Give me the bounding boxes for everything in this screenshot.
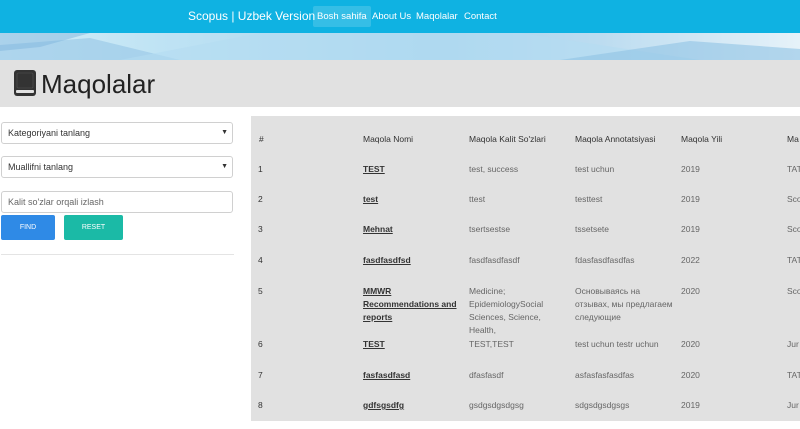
article-year: 2020 — [681, 370, 700, 380]
article-extra: TAT — [787, 164, 800, 174]
nav-item-maqolalar[interactable]: Maqolalar — [412, 6, 462, 27]
nav-item-contact[interactable]: Contact — [460, 6, 501, 27]
header-banner — [0, 33, 800, 60]
row-number: 1 — [258, 164, 263, 174]
article-annotation: fdasfasdfasdfas — [575, 255, 635, 265]
article-title-link[interactable]: MMWR Recommendations and reports — [363, 285, 458, 324]
article-annotation: asfasfasfasdfas — [575, 370, 635, 380]
article-annotation: Основываясь на отзывах, мы предлагаем сл… — [575, 286, 673, 322]
category-select[interactable]: Kategoriyani tanlang ▼ — [1, 122, 233, 144]
header-number: # — [259, 134, 264, 144]
header-title: Maqola Nomi — [363, 134, 414, 144]
article-keywords: ttest — [469, 194, 486, 204]
article-extra: TAT — [787, 370, 800, 380]
article-keywords: dfasfasdf — [469, 370, 504, 380]
row-number: 4 — [258, 255, 263, 265]
article-title-link[interactable]: TEST — [363, 163, 458, 176]
article-extra: Sco — [787, 224, 800, 234]
row-number: 8 — [258, 400, 263, 410]
article-keywords: Medicine; EpidemiologySocial Sciences, S… — [469, 286, 544, 335]
article-title-link[interactable]: fasfasdfasd — [363, 369, 458, 382]
header-keywords: Maqola Kalit So'zlari — [469, 134, 546, 144]
article-keywords: TEST,TEST — [469, 339, 514, 349]
article-keywords: fasdfasdfasdf — [469, 255, 520, 265]
article-title-link[interactable]: TEST — [363, 338, 458, 351]
chevron-down-icon: ▼ — [221, 129, 228, 136]
reset-button[interactable]: RESET — [64, 215, 123, 240]
nav-item-bosh-sahifa[interactable]: Bosh sahifa — [313, 6, 371, 27]
article-year: 2019 — [681, 224, 700, 234]
article-extra: Sco — [787, 286, 800, 296]
brand-link[interactable]: Scopus | Uzbek Version — [188, 9, 315, 23]
sidebar-divider — [1, 254, 234, 255]
article-extra: Sco — [787, 194, 800, 204]
row-number: 7 — [258, 370, 263, 380]
article-annotation: testtest — [575, 194, 603, 204]
article-year: 2022 — [681, 255, 700, 265]
nav-item-about-us[interactable]: About Us — [368, 6, 415, 27]
row-number: 5 — [258, 286, 263, 296]
page-header: Maqolalar — [0, 60, 800, 107]
article-keywords: tsertsestse — [469, 224, 511, 234]
article-annotation: test uchun — [575, 164, 615, 174]
header-year: Maqola Yili — [681, 134, 723, 144]
article-extra: Jur — [787, 339, 799, 349]
article-year: 2020 — [681, 339, 700, 349]
book-icon — [14, 70, 36, 101]
author-select[interactable]: Muallifni tanlang ▼ — [1, 156, 233, 178]
header-extra: Ma — [787, 134, 799, 144]
category-select-value: Kategoriyani tanlang — [8, 128, 91, 138]
article-annotation: tssetsete — [575, 224, 610, 234]
article-title-link[interactable]: Mehnat — [363, 223, 458, 236]
article-keywords: gsdgsdgsdgsg — [469, 400, 524, 410]
header-annotation: Maqola Annotatsiyasi — [575, 134, 656, 144]
article-year: 2020 — [681, 286, 700, 296]
article-annotation: test uchun testr uchun — [575, 339, 659, 349]
keyword-search-input[interactable] — [1, 191, 233, 213]
chevron-down-icon: ▼ — [221, 163, 228, 170]
article-title-link[interactable]: fasdfasdfsd — [363, 254, 458, 267]
row-number: 3 — [258, 224, 263, 234]
article-title-link[interactable]: gdfsgsdfg — [363, 399, 458, 412]
article-extra: Jur — [787, 400, 799, 410]
top-navbar: Scopus | Uzbek Version Bosh sahifa About… — [0, 0, 800, 33]
article-year: 2019 — [681, 194, 700, 204]
article-title-link[interactable]: test — [363, 193, 458, 206]
article-annotation: sdgsdgsdgsgs — [575, 400, 630, 410]
row-number: 6 — [258, 339, 263, 349]
page-title: Maqolalar — [41, 69, 156, 99]
row-number: 2 — [258, 194, 263, 204]
article-extra: TAT — [787, 255, 800, 265]
find-button[interactable]: FIND — [1, 215, 55, 240]
article-year: 2019 — [681, 164, 700, 174]
author-select-value: Muallifni tanlang — [8, 162, 74, 172]
article-keywords: test, success — [469, 164, 519, 174]
articles-table: # Maqola Nomi Maqola Kalit So'zlari Maqo… — [251, 116, 800, 421]
article-year: 2019 — [681, 400, 700, 410]
